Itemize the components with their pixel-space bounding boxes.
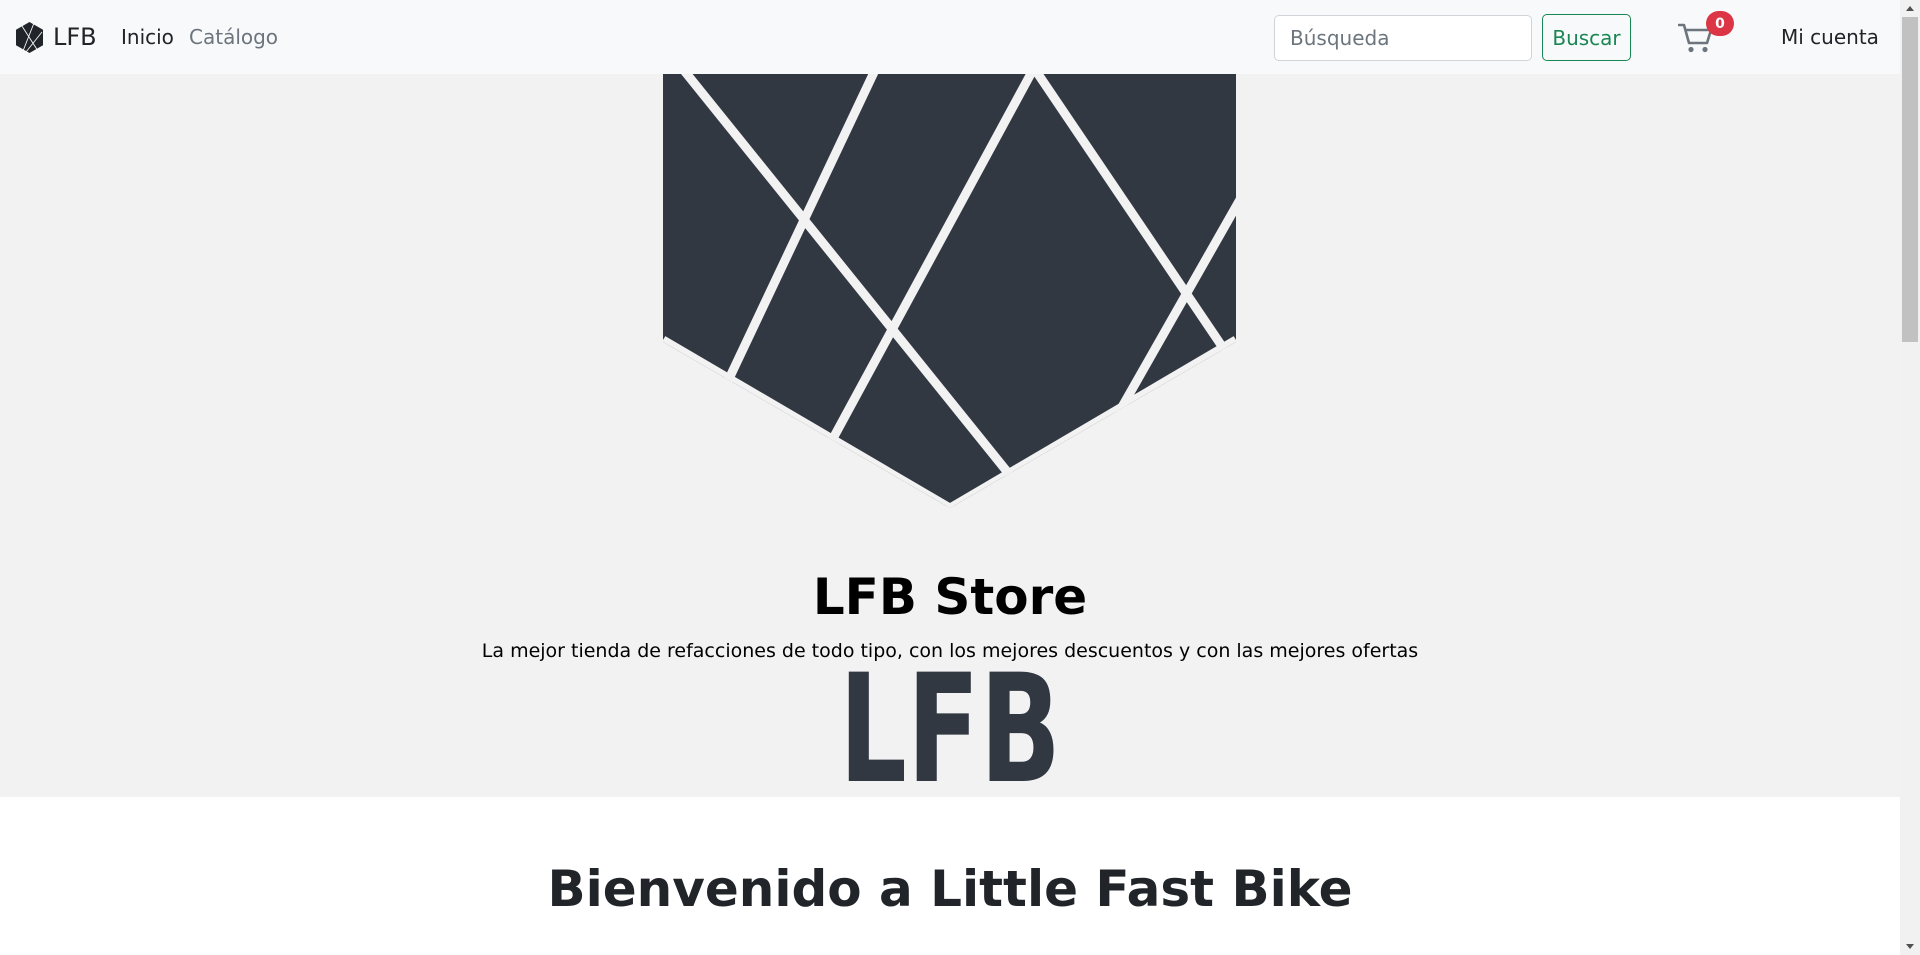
hero-subtitle: La mejor tienda de refacciones de todo t…: [481, 640, 1419, 662]
search-input[interactable]: [1274, 15, 1532, 61]
scroll-down-arrow-icon[interactable]: [1900, 938, 1920, 955]
page: LFB Inicio Catálogo Buscar 0 Mi cuenta: [0, 0, 1900, 955]
scrollbar-thumb[interactable]: [1902, 17, 1918, 342]
hero-section: LFB LFB Store La mejor tienda de refacci…: [0, 74, 1900, 797]
page-scrollbar[interactable]: [1900, 0, 1920, 955]
search-button[interactable]: Buscar: [1542, 14, 1631, 61]
lfb-logo-icon: [16, 21, 43, 53]
welcome-heading: Bienvenido a Little Fast Bike: [547, 860, 1353, 918]
lfb-hero-logo: LFB: [663, 74, 1236, 797]
nav-link-catalogo[interactable]: Catálogo: [189, 24, 278, 50]
logo-shield-icon: [663, 74, 1236, 508]
nav-link-inicio[interactable]: Inicio: [121, 24, 174, 50]
brand-link[interactable]: LFB: [14, 19, 97, 55]
logo-text: LFB: [839, 643, 1061, 797]
scroll-up-arrow-icon[interactable]: [1900, 0, 1920, 17]
brand-text: LFB: [53, 23, 97, 51]
account-link[interactable]: Mi cuenta: [1781, 24, 1879, 50]
hero-title: LFB Store: [812, 568, 1088, 626]
cart-count-badge: 0: [1706, 11, 1734, 36]
navbar: LFB Inicio Catálogo Buscar 0 Mi cuenta: [0, 0, 1900, 74]
